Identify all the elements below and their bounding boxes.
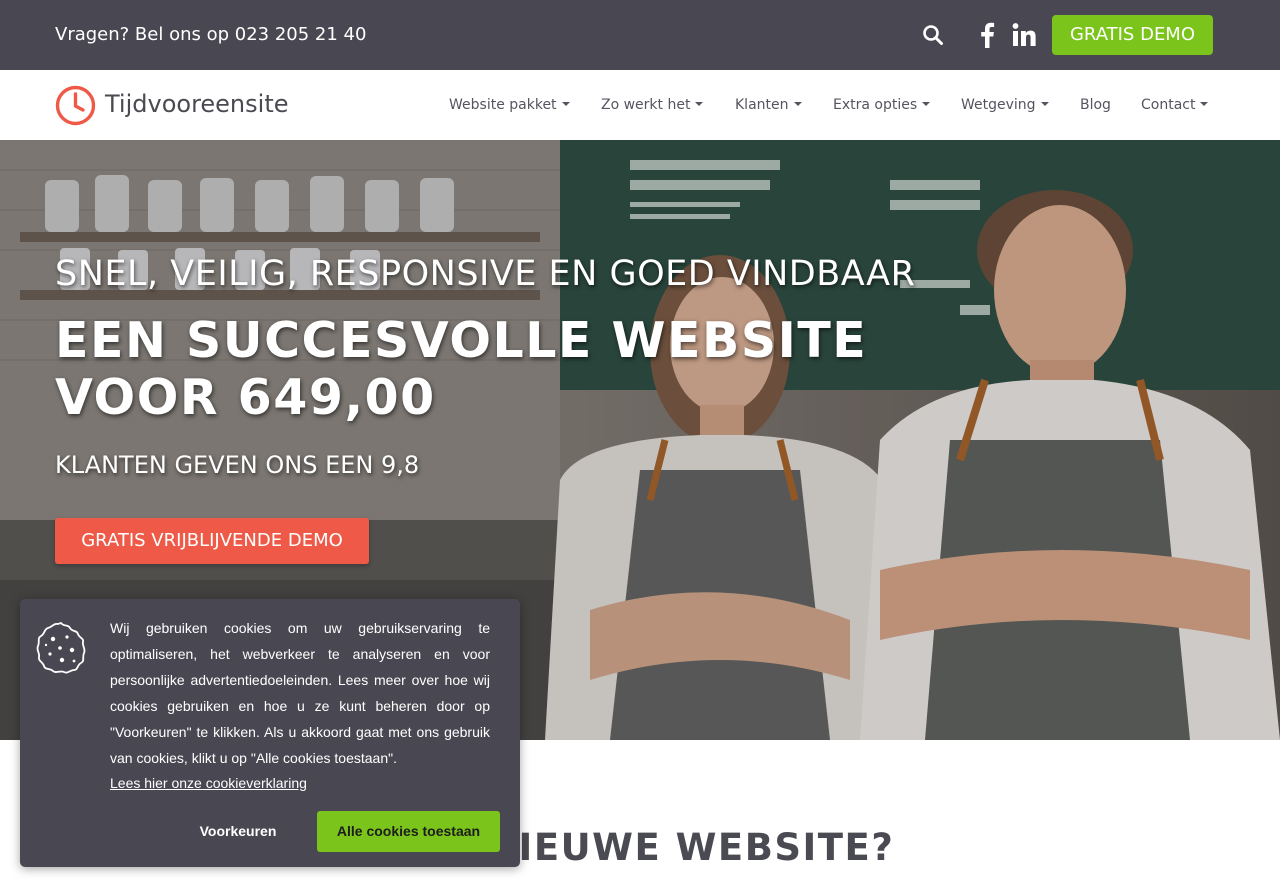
cookie-policy-link[interactable]: Lees hier onze cookieverklaring [110,770,307,796]
cookie-banner: Wij gebruiken cookies om uw gebruikserva… [20,599,520,867]
cookie-message: Wij gebruiken cookies om uw gebruikserva… [110,620,490,766]
chevron-down-icon [1040,102,1049,106]
nav-item-contact[interactable]: Contact [1141,96,1209,114]
site-logo-text[interactable]: Tijdvooreensite [105,89,289,119]
hero-headline: EEN SUCCESVOLLE WEBSITE VOOR 649,00 [55,312,868,426]
main-navbar: Tijdvooreensite Website pakket Zo werkt … [0,70,1280,140]
nav-item-extra-opties[interactable]: Extra opties [833,96,931,114]
accept-all-cookies-button[interactable]: Alle cookies toestaan [317,811,500,852]
chevron-down-icon [793,102,802,106]
cookie-icon [34,621,88,675]
free-demo-button[interactable]: GRATIS VRIJBLIJVENDE DEMO [55,518,369,564]
facebook-icon[interactable] [975,21,999,49]
search-icon[interactable] [922,24,944,46]
chevron-down-icon [922,102,931,106]
chevron-down-icon [695,102,704,106]
preferences-button[interactable]: Voorkeuren [178,811,298,851]
nav-item-blog[interactable]: Blog [1080,96,1111,114]
top-bar: Vragen? Bel ons op 023 205 21 40 GRATIS … [0,0,1280,70]
nav-item-klanten[interactable]: Klanten [735,96,802,114]
hero-tagline: SNEL, VEILIG, RESPONSIVE EN GOED VINDBAA… [55,254,916,294]
nav-item-website-pakket[interactable]: Website pakket [449,96,570,114]
nav-item-zo-werkt-het[interactable]: Zo werkt het [601,96,704,114]
hero-rating-text: KLANTEN GEVEN ONS EEN 9,8 [55,451,420,479]
nav-item-wetgeving[interactable]: Wetgeving [961,96,1049,114]
clock-icon[interactable] [55,85,96,126]
demo-button[interactable]: GRATIS DEMO [1052,15,1213,55]
chevron-down-icon [561,102,570,106]
linkedin-icon[interactable] [1011,22,1037,48]
phone-text: Vragen? Bel ons op 023 205 21 40 [55,24,367,45]
chevron-down-icon [1200,102,1209,106]
